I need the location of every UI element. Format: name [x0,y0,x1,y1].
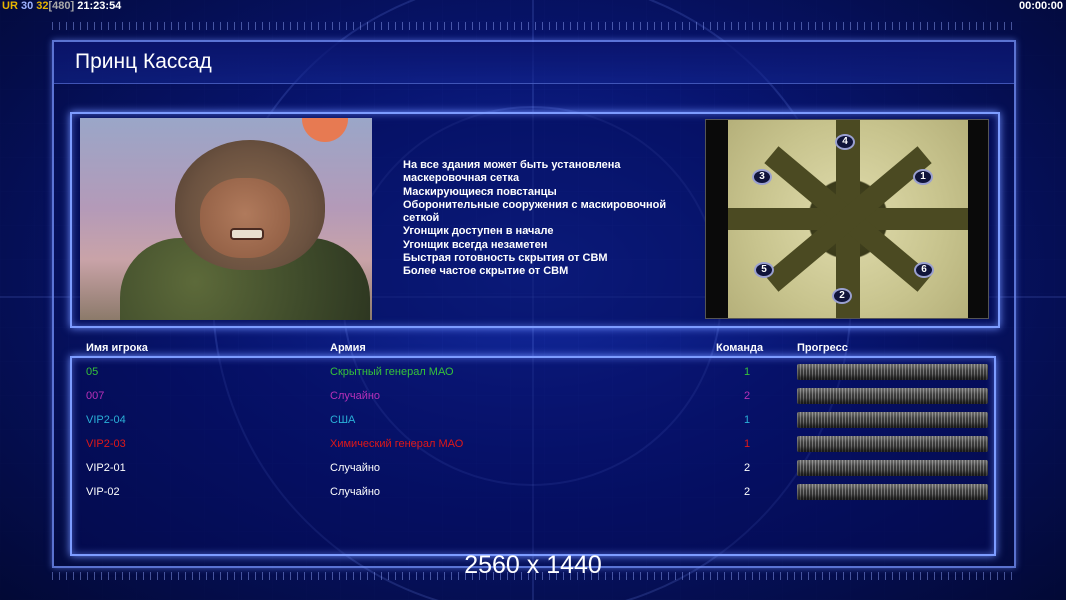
player-row: VIP2-03 Химический генерал МАО 1 [0,433,1066,457]
general-portrait [80,118,372,320]
player-team: 2 [744,390,751,402]
perk-line: Быстрая готовность скрытия от СВМ [403,252,608,265]
progress-bar [797,412,988,428]
perk-line: Угонщик доступен в начале [403,225,554,238]
start-position-2[interactable]: 2 [832,288,852,304]
player-name: VIP2-04 [86,414,126,426]
perk-line: Маскирующиеся повстанцы [403,185,557,198]
minimap[interactable]: 4 3 1 5 6 2 [705,119,989,319]
progress-bar [797,436,988,452]
player-row: 007 Случайно 2 [0,385,1066,409]
player-army: Случайно [330,462,381,474]
header-army: Армия [330,342,366,354]
progress-bar [797,460,988,476]
perk-line: Угонщик всегда незаметен [403,238,548,251]
general-title: Принц Кассад [75,50,212,73]
player-army: Химический генерал МАО [330,438,464,450]
player-army: США [330,414,356,426]
player-name: 007 [86,390,105,402]
tick-strip-top [52,22,1016,30]
player-team: 2 [744,462,751,474]
progress-bar [797,388,988,404]
perk-line: сеткой [403,212,440,225]
start-position-4[interactable]: 4 [835,134,855,150]
start-position-5[interactable]: 5 [754,262,774,278]
portrait-sun [302,118,348,142]
hud-second-value: 32 [36,0,49,12]
player-row: VIP2-04 США 1 [0,409,1066,433]
general-perks-list: На все здания может быть установлена мас… [403,159,693,279]
player-row: VIP2-01 Случайно 2 [0,457,1066,481]
portrait-face [200,178,290,258]
minimap-terrain: 4 3 1 5 6 2 [728,120,968,318]
perk-line: Более частое скрытие от СВМ [403,265,569,278]
player-row: 05 Скрытный генерал МАО 1 [0,361,1066,385]
hud-clock: 21:23:54 [77,0,122,12]
player-army: Случайно [330,486,381,498]
player-name: VIP-02 [86,486,120,498]
start-position-6[interactable]: 6 [914,262,934,278]
perk-line: маскеровочная сетка [403,172,520,185]
hud-timer: 00:00:00 [1018,0,1063,12]
header-progress: Прогресс [797,342,848,354]
player-name: 05 [86,366,99,378]
player-team: 1 [744,438,751,450]
player-team: 2 [744,486,751,498]
portrait-mouth [230,228,264,240]
player-name: VIP2-03 [86,438,126,450]
player-row: VIP-02 Случайно 2 [0,481,1066,505]
player-name: VIP2-01 [86,462,126,474]
progress-bar [797,364,988,380]
progress-bar [797,484,988,500]
player-army: Случайно [330,390,381,402]
perk-line: Оборонительные сооружения с маскировочно… [403,198,667,211]
hud-bracket-value: [480] [48,0,75,12]
hud-stats: UR 30 32[480] 21:23:54 [2,0,121,12]
hud-ur-value: 30 [20,0,34,12]
hud-ur-label: UR [2,0,18,12]
player-team: 1 [744,366,751,378]
header-team: Команда [716,342,764,354]
player-army: Скрытный генерал МАО [330,366,454,378]
start-position-1[interactable]: 1 [913,169,933,185]
start-position-3[interactable]: 3 [752,169,772,185]
header-player-name: Имя игрока [86,342,148,354]
player-team: 1 [744,414,751,426]
perk-line: На все здания может быть установлена [403,159,621,171]
resolution-label: 2560 x 1440 [464,551,602,579]
